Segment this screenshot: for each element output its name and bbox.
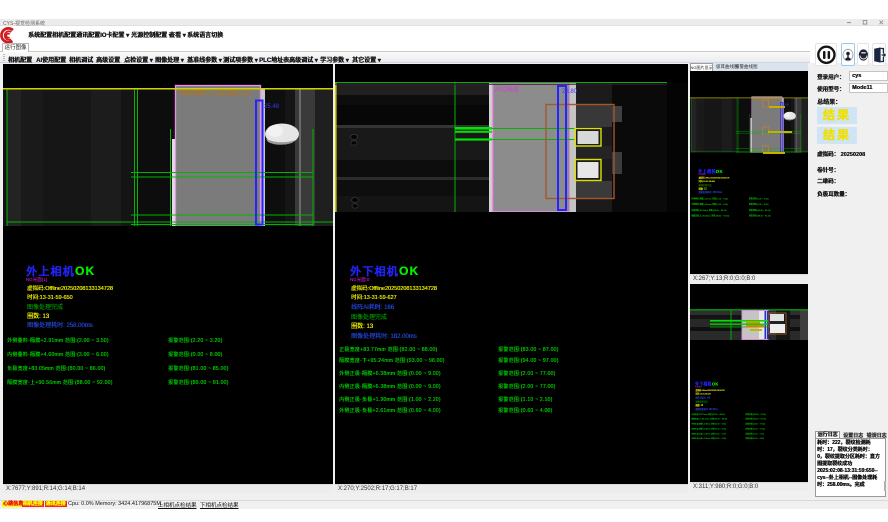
svg-text:AI拉阈值: AI拉阈值 <box>495 85 519 93</box>
svg-text:25.48: 25.48 <box>264 104 280 110</box>
svg-text:28.80: 28.80 <box>562 89 578 95</box>
svg-text:灰度阈值:93, 动态阈值:100: 灰度阈值:93, 动态阈值:100 <box>179 89 251 97</box>
